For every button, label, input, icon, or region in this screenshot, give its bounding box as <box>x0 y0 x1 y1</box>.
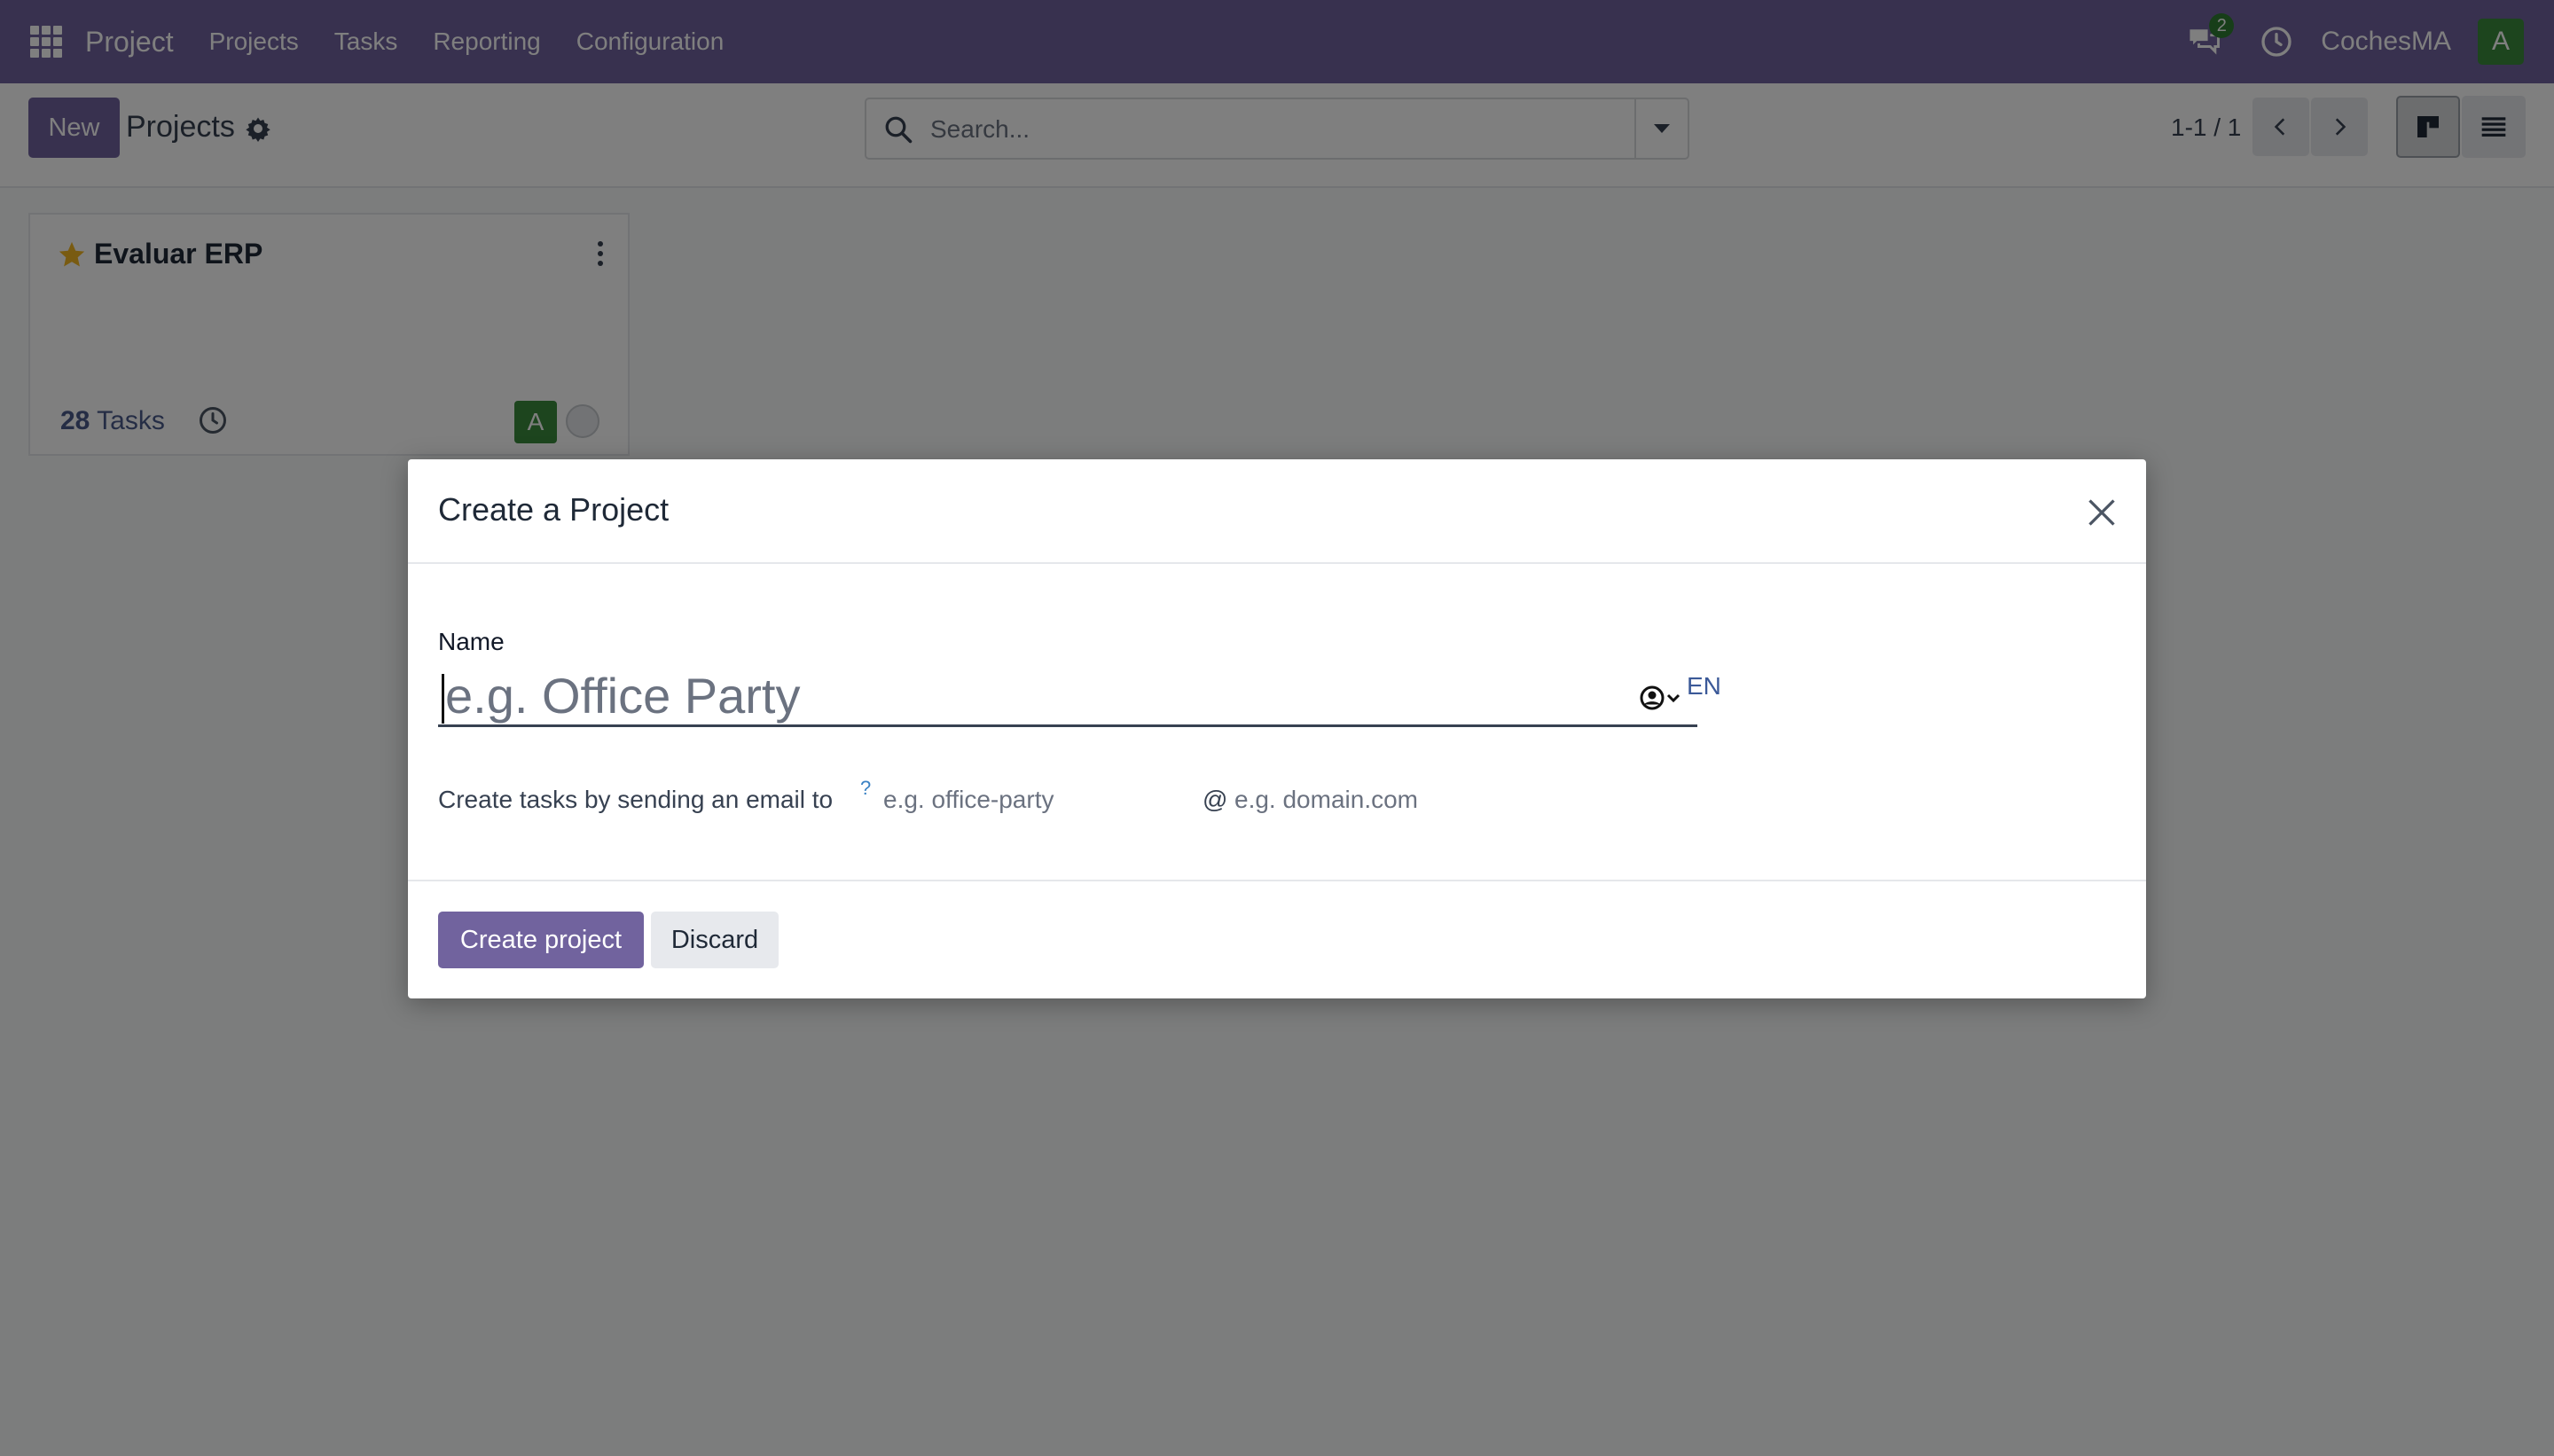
name-label: Name <box>438 628 505 655</box>
dialog-body: Name EN Create tasks by sending an email… <box>408 566 2146 881</box>
translate-icon[interactable] <box>1639 685 1681 711</box>
dialog-title: Create a Project <box>438 491 670 528</box>
email-alias-label: Create tasks by sending an email to <box>438 786 834 813</box>
help-tooltip-icon[interactable]: ? <box>860 777 871 800</box>
project-name-input[interactable] <box>438 667 1591 724</box>
name-field: EN <box>438 663 1721 727</box>
at-sign: @ <box>1203 786 1228 813</box>
email-alias-input[interactable] <box>883 782 1185 818</box>
close-icon[interactable] <box>2086 497 2118 528</box>
text-cursor <box>442 674 444 724</box>
email-domain-input[interactable] <box>1234 782 1554 818</box>
language-code[interactable]: EN <box>1687 672 1721 701</box>
create-project-button[interactable]: Create project <box>438 912 644 968</box>
discard-button[interactable]: Discard <box>651 912 779 968</box>
dialog-header: Create a Project <box>408 459 2146 564</box>
dialog-footer: Create project Discard <box>408 880 2146 998</box>
create-project-dialog: Create a Project Name EN Create tasks by… <box>408 459 2146 998</box>
